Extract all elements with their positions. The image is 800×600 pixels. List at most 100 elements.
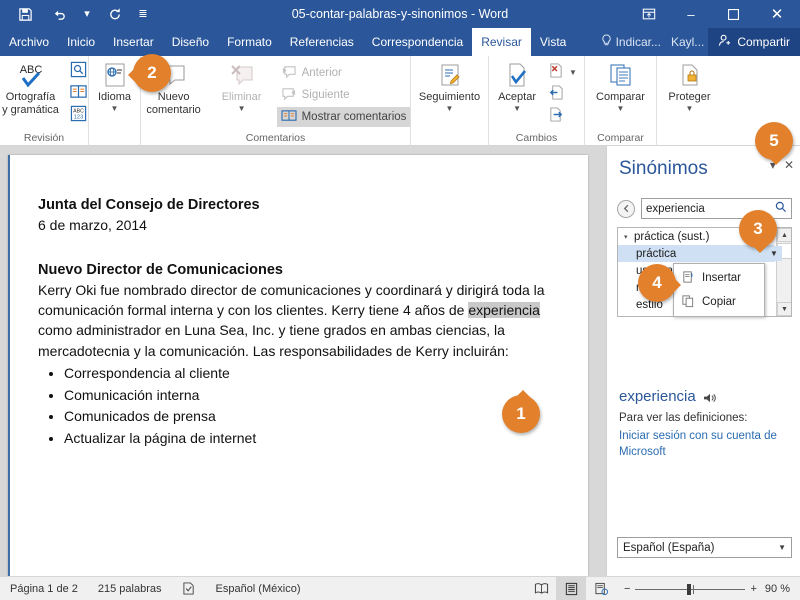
cambios-small-buttons: ▼: [544, 59, 581, 126]
scroll-down-arrow-icon[interactable]: ▼: [777, 302, 791, 316]
callout-5-tail: [766, 155, 786, 175]
change-bar: [8, 155, 10, 585]
window-controls: – ✕: [628, 0, 800, 28]
paragraph-part-2: como administrador en Luna Sea, Inc. y t…: [38, 322, 509, 359]
ribbon-display-options-icon[interactable]: [628, 0, 670, 28]
chevron-down-icon[interactable]: ▼: [778, 543, 786, 552]
minimize-button[interactable]: –: [670, 0, 712, 28]
tab-vista[interactable]: Vista: [531, 28, 575, 56]
ribbon-group-proteger: Proteger ▼: [656, 56, 722, 146]
proofing-errors-icon[interactable]: [172, 582, 206, 595]
word-count-indicator[interactable]: 215 palabras: [88, 583, 172, 595]
share-person-icon: [718, 34, 732, 50]
context-menu-copy-label: Copiar: [702, 296, 736, 308]
document-page[interactable]: Junta del Consejo de Directores 6 de mar…: [8, 155, 588, 585]
track-changes-dropdown-icon[interactable]: ▼: [446, 104, 454, 113]
tab-referencias[interactable]: Referencias: [281, 28, 363, 56]
tell-me-box[interactable]: Indicar...: [595, 34, 667, 50]
zoom-track[interactable]: [635, 583, 746, 595]
language-label: Idioma: [97, 91, 132, 103]
copy-icon: [681, 294, 695, 311]
thesaurus-button[interactable]: [66, 83, 91, 103]
protect-label: Proteger: [668, 91, 711, 103]
protect-button[interactable]: Proteger ▼: [660, 59, 720, 113]
show-comments-button[interactable]: Mostrar comentarios: [276, 107, 411, 127]
document-content[interactable]: Junta del Consejo de Directores 6 de mar…: [8, 155, 588, 450]
tab-correspondencia[interactable]: Correspondencia: [363, 28, 472, 56]
user-account-label[interactable]: Kayl...: [667, 35, 708, 49]
spelling-grammar-button[interactable]: ABC Ortografía y gramática: [0, 59, 64, 116]
group-label-comparar: Comparar: [597, 132, 644, 144]
print-layout-icon[interactable]: [556, 577, 587, 600]
previous-comment-button[interactable]: Anterior: [277, 63, 411, 83]
compare-dropdown-icon[interactable]: ▼: [617, 104, 625, 113]
status-bar: Página 1 de 2 215 palabras Español (Méxi…: [0, 576, 800, 600]
tab-archivo[interactable]: Archivo: [0, 28, 58, 56]
zoom-in-button[interactable]: +: [750, 583, 756, 595]
accept-change-dropdown-icon[interactable]: ▼: [513, 104, 521, 113]
protect-dropdown-icon[interactable]: ▼: [686, 104, 694, 113]
scroll-up-arrow-icon[interactable]: ▲: [777, 228, 791, 242]
undo-icon[interactable]: [42, 1, 76, 27]
callout-4-tail: [671, 275, 691, 295]
language-indicator[interactable]: Español (México): [206, 583, 311, 595]
word-count-button[interactable]: ABC 123: [66, 105, 91, 125]
tab-insertar[interactable]: Insertar: [104, 28, 163, 56]
accept-change-button[interactable]: Aceptar ▼: [492, 59, 542, 113]
undo-dropdown-icon[interactable]: ▾: [76, 1, 98, 27]
speaker-icon[interactable]: [703, 392, 717, 407]
customize-qat-icon[interactable]: ≣: [132, 1, 154, 27]
save-icon[interactable]: [8, 1, 42, 27]
zoom-slider[interactable]: − +: [616, 583, 765, 595]
accept-change-label: Aceptar: [498, 91, 536, 103]
previous-change-button[interactable]: [544, 84, 581, 104]
back-button[interactable]: [617, 199, 635, 218]
tab-formato[interactable]: Formato: [218, 28, 281, 56]
delete-comment-label: Eliminar: [221, 91, 262, 103]
redo-icon[interactable]: [98, 1, 132, 27]
synonym-group-label: práctica (sust.): [634, 230, 710, 243]
page-indicator[interactable]: Página 1 de 2: [0, 583, 88, 595]
document-heading-2: Nuevo Director de Comunicaciones: [38, 261, 283, 278]
close-button[interactable]: ✕: [754, 0, 800, 28]
zoom-level-label[interactable]: 90 %: [765, 583, 800, 595]
delete-comment-icon: [226, 61, 258, 91]
highlighted-word[interactable]: experiencia: [468, 302, 540, 319]
list-item: Comunicación interna: [64, 385, 560, 407]
next-change-button[interactable]: [544, 106, 581, 126]
callout-3: 3: [739, 210, 777, 253]
next-comment-icon: [281, 87, 297, 104]
collapse-triangle-icon[interactable]: ▾: [624, 233, 634, 241]
language-select[interactable]: Español (España) ▼: [617, 537, 792, 558]
maximize-button[interactable]: [712, 0, 754, 28]
callout-2: 2: [128, 54, 171, 92]
track-changes-button[interactable]: Seguimiento ▼: [414, 59, 486, 113]
sign-in-link[interactable]: Iniciar sesión con su cuenta de Microsof…: [619, 429, 788, 460]
delete-comment-dropdown-icon[interactable]: ▼: [238, 104, 246, 113]
web-layout-icon[interactable]: [586, 577, 616, 600]
read-mode-icon[interactable]: [526, 577, 556, 600]
search-icon[interactable]: [775, 201, 787, 216]
zoom-out-button[interactable]: −: [624, 583, 630, 595]
thesaurus-task-pane: Sinónimos ▾ ✕ experiencia ▾ práctica (su…: [606, 146, 800, 576]
zoom-tick: [693, 584, 695, 594]
search-input-value: experiencia: [646, 202, 705, 215]
track-changes-icon: [435, 61, 465, 91]
define-button[interactable]: [66, 61, 91, 81]
next-comment-button[interactable]: Siguiente: [277, 85, 411, 105]
tab-diseno[interactable]: Diseño: [163, 28, 218, 56]
title-bar: ▾ ≣ 05-contar-palabras-y-sinonimos - Wor…: [0, 0, 800, 28]
reject-change-button[interactable]: ▼: [544, 62, 581, 82]
comments-small-buttons: Anterior Siguiente Mostrar comentarios: [276, 59, 411, 127]
tab-revisar[interactable]: Revisar: [472, 28, 531, 56]
language-dropdown-icon[interactable]: ▼: [111, 104, 119, 113]
compare-button[interactable]: Comparar ▼: [588, 59, 654, 113]
tab-inicio[interactable]: Inicio: [58, 28, 104, 56]
reject-change-dropdown-icon[interactable]: ▼: [569, 68, 577, 77]
delete-comment-button[interactable]: Eliminar ▼: [209, 59, 275, 113]
share-button[interactable]: Compartir: [708, 28, 800, 56]
zoom-thumb[interactable]: [687, 583, 692, 595]
synonym-list-scrollbar[interactable]: ▲ ▼: [776, 228, 791, 316]
document-canvas[interactable]: Junta del Consejo de Directores 6 de mar…: [0, 146, 606, 585]
pane-title: Sinónimos: [619, 158, 708, 179]
